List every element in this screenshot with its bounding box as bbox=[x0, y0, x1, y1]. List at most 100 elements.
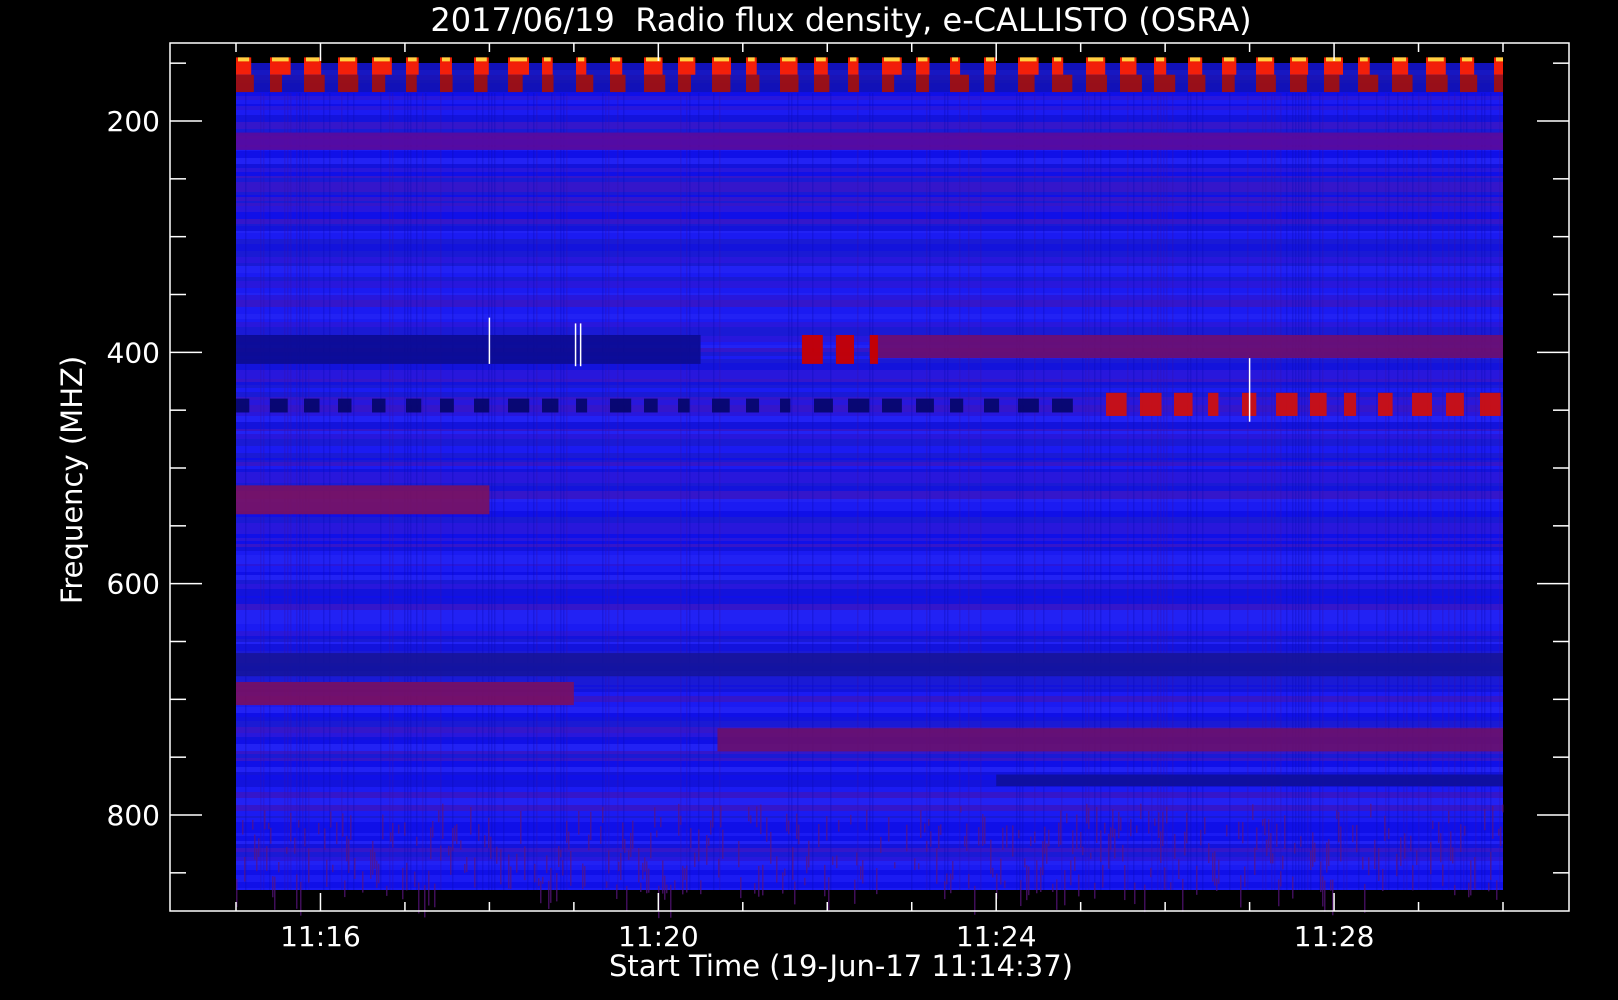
heatmap-speckle bbox=[406, 862, 408, 891]
heatmap-burst-core bbox=[612, 57, 621, 62]
heatmap-speckle bbox=[296, 874, 298, 909]
heatmap-band bbox=[996, 774, 1503, 787]
y-tick-label: 800 bbox=[107, 799, 160, 832]
heatmap-burst-core bbox=[272, 57, 289, 62]
heatmap-speckle bbox=[1122, 844, 1124, 862]
heatmap-speckle bbox=[632, 820, 634, 849]
heatmap-speckle bbox=[546, 855, 548, 874]
heatmap-speckle bbox=[258, 838, 260, 857]
heatmap-speckle bbox=[1264, 818, 1266, 836]
heatmap-speckle bbox=[824, 864, 826, 897]
heatmap-burst-core bbox=[544, 57, 551, 62]
heatmap-speckle bbox=[654, 807, 656, 828]
heatmap-speckle bbox=[674, 880, 676, 890]
heatmap-burst bbox=[916, 74, 929, 93]
heatmap-burst bbox=[508, 398, 530, 413]
heatmap-speckle bbox=[464, 864, 466, 873]
heatmap-speckle bbox=[450, 846, 452, 875]
heatmap-speckle bbox=[1240, 875, 1242, 908]
heatmap-speckle bbox=[794, 881, 796, 905]
heatmap-burst-core bbox=[1462, 57, 1473, 62]
heatmap-speckle bbox=[370, 849, 372, 879]
heatmap-column bbox=[560, 93, 562, 890]
heatmap-speckle bbox=[362, 871, 364, 893]
heatmap-column bbox=[1142, 93, 1144, 890]
heatmap-burst-core bbox=[1088, 57, 1104, 62]
heatmap-column bbox=[926, 93, 928, 890]
heatmap-speckle bbox=[490, 836, 492, 859]
heatmap-speckle bbox=[460, 840, 462, 850]
heatmap-speckle bbox=[866, 809, 868, 831]
heatmap-speckle bbox=[1066, 813, 1068, 824]
heatmap-speckle bbox=[1404, 833, 1406, 859]
heatmap-column bbox=[857, 93, 859, 890]
heatmap-burst bbox=[916, 398, 934, 413]
heatmap-speckle bbox=[382, 814, 384, 840]
heatmap-speckle bbox=[570, 851, 572, 886]
heatmap-column bbox=[1100, 93, 1102, 890]
heatmap-speckle bbox=[562, 860, 564, 876]
heatmap-speckle bbox=[376, 860, 378, 888]
heatmap-speckle bbox=[578, 810, 580, 835]
heatmap-burst-core bbox=[816, 57, 826, 62]
heatmap-speckle bbox=[398, 824, 400, 834]
heatmap-column bbox=[1376, 93, 1378, 890]
heatmap-speckle bbox=[1278, 879, 1280, 907]
x-tick-label: 11:28 bbox=[1294, 920, 1375, 953]
heatmap-speckle bbox=[1270, 833, 1272, 864]
heatmap-speckle bbox=[392, 822, 394, 848]
heatmap-speckle bbox=[1204, 817, 1206, 835]
heatmap-column bbox=[944, 93, 946, 890]
heatmap-column bbox=[1310, 93, 1312, 890]
heatmap-speckle bbox=[438, 810, 440, 823]
heatmap-speckle bbox=[1226, 824, 1228, 837]
heatmap-speckle bbox=[1362, 856, 1364, 870]
y-tick-label: 400 bbox=[107, 336, 160, 369]
heatmap-speckle bbox=[442, 803, 444, 839]
heatmap-speckle bbox=[606, 881, 608, 888]
heatmap-column bbox=[1265, 93, 1267, 890]
heatmap-burst-core bbox=[1428, 57, 1444, 62]
heatmap-burst bbox=[338, 398, 352, 413]
heatmap-speckle bbox=[1388, 828, 1390, 840]
heatmap-burst bbox=[1154, 74, 1176, 93]
heatmap-speckle bbox=[782, 872, 784, 894]
heatmap-speckle bbox=[938, 825, 940, 849]
heatmap-burst bbox=[984, 74, 995, 93]
heatmap-speckle bbox=[950, 873, 952, 894]
heatmap-speckle bbox=[270, 827, 272, 844]
heatmap-speckle bbox=[308, 848, 310, 883]
heatmap-speckle bbox=[860, 866, 862, 880]
heatmap-speckle bbox=[894, 862, 896, 869]
heatmap-speckle bbox=[712, 807, 714, 828]
heatmap-speckle bbox=[876, 868, 878, 895]
heatmap-column bbox=[1163, 93, 1165, 890]
heatmap-speckle bbox=[1442, 864, 1444, 886]
heatmap-column bbox=[1484, 93, 1486, 890]
heatmap-speckle bbox=[1134, 882, 1136, 905]
heatmap-speckle bbox=[416, 836, 418, 846]
heatmap-speckle bbox=[428, 870, 430, 906]
heatmap-speckle bbox=[1120, 817, 1122, 831]
heatmap-speckle bbox=[1502, 804, 1504, 813]
heatmap-speckle bbox=[584, 866, 586, 887]
heatmap-column bbox=[494, 93, 496, 890]
heatmap-column bbox=[1016, 93, 1018, 890]
heatmap-speckle bbox=[1416, 850, 1418, 866]
heatmap-column bbox=[608, 93, 610, 890]
heatmap-column bbox=[1448, 93, 1450, 890]
heatmap-speckle bbox=[1450, 831, 1452, 861]
heatmap-speckle bbox=[1166, 806, 1168, 824]
heatmap-burst bbox=[270, 74, 282, 93]
heatmap-column bbox=[1298, 93, 1300, 890]
heatmap-speckle bbox=[880, 836, 882, 854]
heatmap-column bbox=[1160, 93, 1162, 890]
chart-title: 2017/06/19 Radio flux density, e-CALLIST… bbox=[430, 1, 1251, 39]
heatmap-speckle bbox=[1322, 876, 1324, 907]
heatmap-burst bbox=[1358, 74, 1379, 93]
heatmap-column bbox=[1127, 93, 1129, 890]
heatmap-burst bbox=[304, 398, 320, 413]
heatmap-speckle bbox=[1276, 823, 1278, 847]
heatmap-column bbox=[503, 93, 505, 890]
heatmap-speckle bbox=[478, 824, 480, 841]
